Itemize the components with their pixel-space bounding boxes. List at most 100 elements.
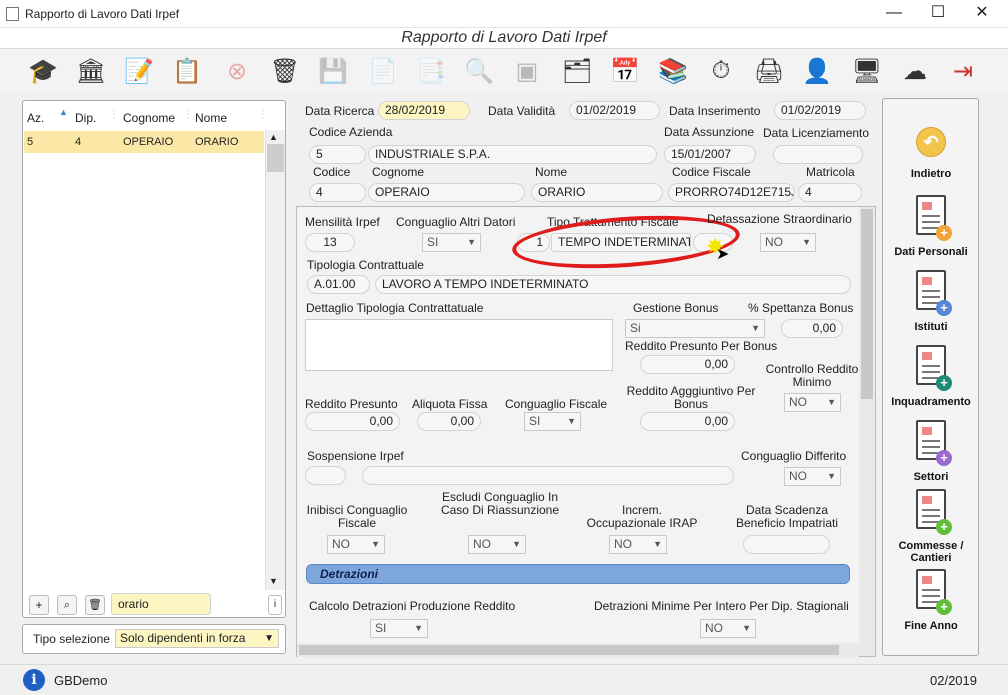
- title-bar: Rapporto di Lavoro Dati Irpef — ☐ ✕: [0, 0, 1008, 28]
- data-assunzione-label: Data Assunzione: [664, 125, 755, 139]
- list-scrollbar[interactable]: ▲ ▼: [265, 130, 285, 590]
- detail-scrollbar[interactable]: [859, 207, 875, 656]
- detail-hscrollbar[interactable]: [297, 643, 859, 657]
- conguaglio-differito-label: Conguaglio Differito: [741, 449, 847, 463]
- search-icon[interactable]: ⌕: [57, 595, 77, 615]
- minime-select[interactable]: NO ▼: [700, 619, 756, 638]
- conguaglio-differito-select[interactable]: NO ▼: [784, 467, 841, 486]
- detrazioni-section-header[interactable]: Detrazioni: [306, 564, 850, 584]
- copy-icon[interactable]: 📄: [364, 53, 402, 89]
- dettaglio-textarea[interactable]: [305, 319, 613, 371]
- detassazione-select[interactable]: NO ▼: [760, 233, 816, 252]
- scadenza-label: Data Scadenza Beneficio Impatriati: [735, 503, 839, 530]
- escludi-select[interactable]: NO ▼: [468, 535, 526, 554]
- aliquota-label: Aliquota Fissa: [412, 397, 488, 411]
- mouse-cursor-icon: ➤: [716, 246, 730, 263]
- tipo-selezione-panel: Tipo selezione Solo dipendenti in forza ▼: [22, 624, 286, 654]
- zoom-icon[interactable]: 🔍: [460, 53, 498, 89]
- sospensione-code[interactable]: [305, 466, 346, 485]
- save-icon[interactable]: 💾: [314, 53, 352, 89]
- doc-blue-icon: +: [916, 270, 952, 316]
- azienda-name-field[interactable]: INDUSTRIALE S.P.A.: [368, 145, 657, 164]
- side-actions-panel: ↶ Indietro + Dati Personali + Istituti +…: [882, 98, 979, 656]
- sospensione-field[interactable]: [362, 466, 734, 485]
- istituti-button[interactable]: + Istituti: [888, 270, 974, 333]
- person-icon[interactable]: 👤: [798, 53, 836, 89]
- dati-personali-button[interactable]: + Dati Personali: [888, 195, 974, 258]
- scadenza-field[interactable]: [743, 535, 830, 554]
- calendar-icon[interactable]: 📅: [606, 53, 644, 89]
- search-input[interactable]: orario: [111, 593, 211, 615]
- aliquota-field[interactable]: 0,00: [417, 412, 481, 431]
- bank-icon[interactable]: 🏛: [72, 53, 110, 89]
- inquadramento-button[interactable]: + Inquadramento: [888, 345, 974, 408]
- monitor-icon[interactable]: 🖥: [848, 53, 886, 89]
- gestione-bonus-select[interactable]: Si ▼: [625, 319, 765, 338]
- binders-icon[interactable]: 📚: [654, 53, 692, 89]
- status-period: 02/2019: [930, 673, 977, 688]
- tipologia-field[interactable]: LAVORO A TEMPO INDETERMINATO: [375, 275, 851, 294]
- frame-icon[interactable]: ▣: [508, 53, 546, 89]
- reddito-presunto-bonus-field[interactable]: 0,00: [640, 355, 735, 374]
- scroll-thumb[interactable]: [267, 144, 284, 172]
- inibisci-select[interactable]: NO ▼: [327, 535, 385, 554]
- tipologia-code[interactable]: A.01.00: [307, 275, 370, 294]
- calcolo-select[interactable]: SI ▼: [370, 619, 428, 638]
- cloud-icon[interactable]: ☁: [896, 53, 934, 89]
- nome-field[interactable]: ORARIO: [531, 183, 663, 202]
- data-assunzione-field[interactable]: 15/01/2007: [664, 145, 756, 164]
- status-app: GBDemo: [54, 673, 108, 688]
- fine-anno-button[interactable]: + Fine Anno: [888, 569, 974, 632]
- printer-icon[interactable]: 🖨: [750, 53, 788, 89]
- col-nome[interactable]: Nome: [195, 111, 227, 125]
- conguaglio-altri-select[interactable]: SI ▼: [422, 233, 481, 252]
- doc-green-icon: +: [916, 489, 952, 535]
- matricola-label: Matricola: [806, 165, 855, 179]
- data-inserimento-field[interactable]: 01/02/2019: [774, 101, 866, 120]
- reddito-presunto-field[interactable]: 0,00: [305, 412, 400, 431]
- mensilita-field[interactable]: 13: [305, 233, 355, 252]
- clock-icon[interactable]: ⏱: [702, 53, 740, 89]
- doc-add-icon[interactable]: 📋: [168, 53, 206, 89]
- spettanza-field[interactable]: 0,00: [781, 319, 843, 338]
- data-licenziamento-field[interactable]: [773, 145, 863, 164]
- col-cognome[interactable]: Cognome: [123, 111, 175, 125]
- settori-button[interactable]: + Settori: [888, 420, 974, 483]
- codice-fiscale-field[interactable]: PRORRO74D12E715J: [668, 183, 795, 202]
- data-ricerca-field[interactable]: 28/02/2019: [378, 101, 470, 120]
- close-button[interactable]: ✕: [960, 0, 1004, 28]
- cancel-icon[interactable]: ⊗: [218, 53, 256, 89]
- indietro-button[interactable]: ↶ Indietro: [888, 127, 974, 180]
- tipo-selezione-select[interactable]: Solo dipendenti in forza ▼: [115, 629, 279, 648]
- graduate-icon[interactable]: 🎓: [24, 53, 62, 89]
- trash-icon[interactable]: 🗑: [266, 53, 304, 89]
- doc-search-icon[interactable]: 📑: [412, 53, 450, 89]
- exit-icon[interactable]: ⇥: [944, 53, 982, 89]
- inibisci-label: Inibisci Conguaglio Fiscale: [306, 503, 408, 530]
- increm-select[interactable]: NO ▼: [609, 535, 667, 554]
- edit-doc-icon[interactable]: 📝: [120, 53, 158, 89]
- cards-icon[interactable]: 🗂: [558, 53, 596, 89]
- commesse-cantieri-button[interactable]: + Commesse / Cantieri: [888, 489, 974, 564]
- conguaglio-fiscale-select[interactable]: SI ▼: [524, 412, 581, 431]
- data-validita-field[interactable]: 01/02/2019: [569, 101, 660, 120]
- table-row[interactable]: 5 4 OPERAIO ORARIO: [24, 131, 264, 153]
- info-icon[interactable]: i: [23, 669, 45, 691]
- maximize-button[interactable]: ☐: [916, 0, 960, 28]
- irpef-detail-panel: [296, 206, 876, 657]
- codice-field[interactable]: 4: [309, 183, 366, 202]
- cognome-field[interactable]: OPERAIO: [368, 183, 525, 202]
- delete-icon[interactable]: 🗑: [85, 595, 105, 615]
- info-icon[interactable]: i: [268, 595, 282, 615]
- codice-azienda-field[interactable]: 5: [309, 145, 366, 164]
- add-icon[interactable]: +: [29, 595, 49, 615]
- detail-scroll-thumb[interactable]: [861, 209, 873, 399]
- reddito-aggiuntivo-field[interactable]: 0,00: [640, 412, 735, 431]
- matricola-field[interactable]: 4: [798, 183, 862, 202]
- minimize-button[interactable]: —: [872, 0, 916, 28]
- col-dip[interactable]: Dip.: [75, 111, 96, 125]
- col-az[interactable]: Az.: [27, 111, 44, 125]
- doc-orange-icon: +: [916, 195, 952, 241]
- controllo-select[interactable]: NO ▼: [784, 393, 841, 412]
- doc-teal-icon: +: [916, 345, 952, 391]
